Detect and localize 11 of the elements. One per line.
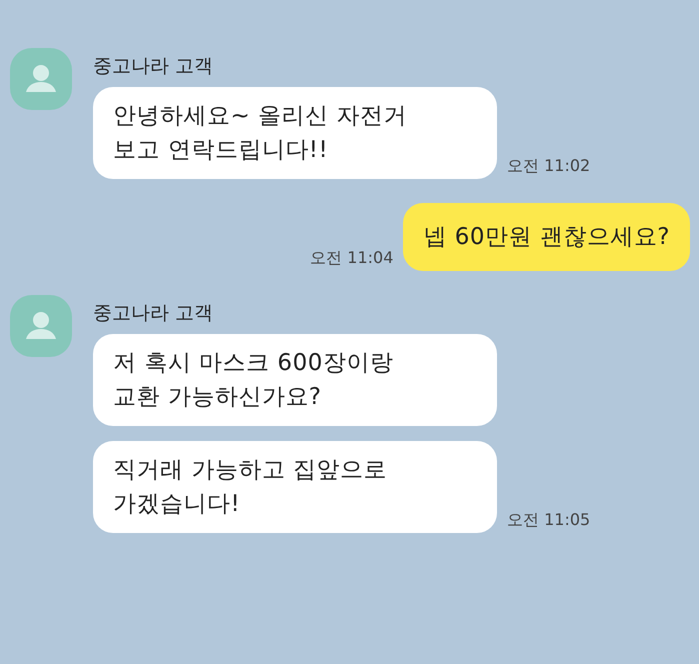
avatar-icon	[10, 48, 72, 110]
sender-name: 중고나라 고객	[93, 301, 214, 326]
message-bubble: 저 혹시 마스크 600장이랑 교환 가능하신가요?	[93, 334, 497, 426]
avatar-icon	[10, 295, 72, 357]
message-time: 오전 11:05	[507, 510, 590, 531]
message-bubble: 직거래 가능하고 집앞으로 가겠습니다!	[93, 441, 497, 533]
message-bubble: 넵 60만원 괜찮으세요?	[403, 203, 690, 271]
message-bubble: 안녕하세요~ 올리신 자전거 보고 연락드립니다!!	[93, 87, 497, 179]
message-time: 오전 11:04	[310, 248, 394, 269]
sender-name: 중고나라 고객	[93, 54, 214, 79]
message-time: 오전 11:02	[507, 156, 590, 177]
